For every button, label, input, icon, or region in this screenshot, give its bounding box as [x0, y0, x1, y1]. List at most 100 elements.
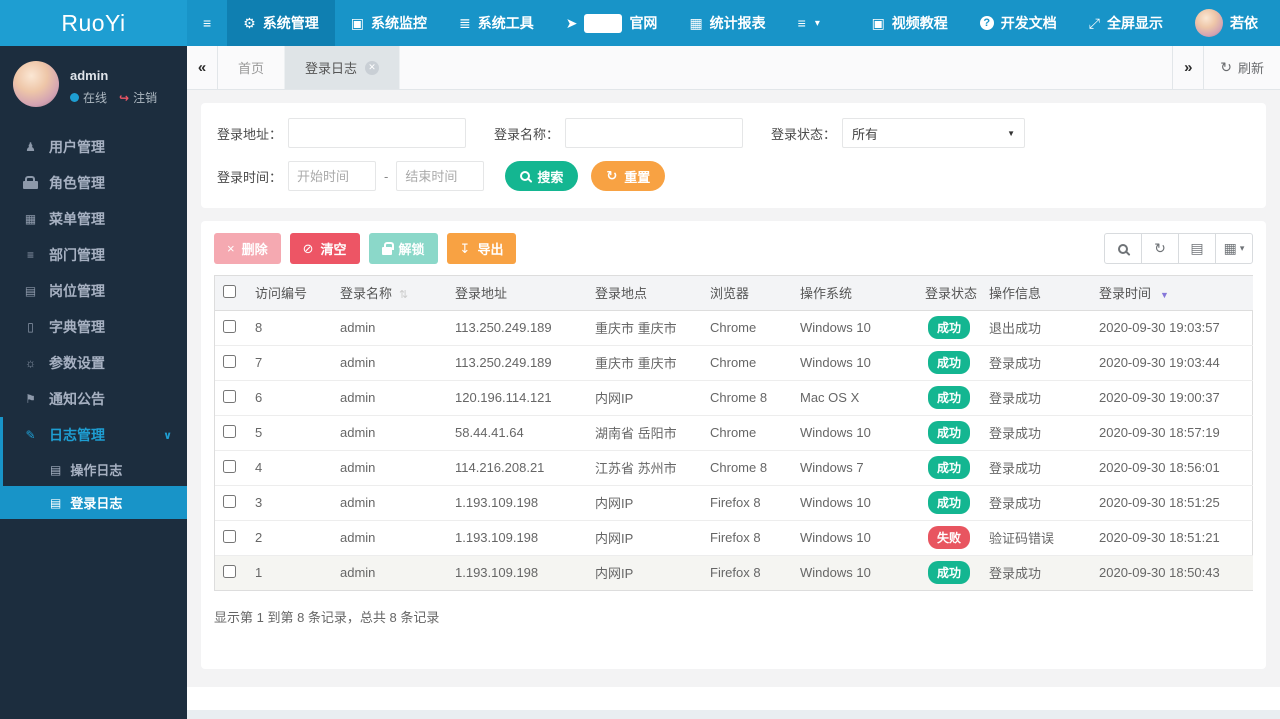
row-checkbox[interactable] [223, 460, 236, 473]
row-checkbox[interactable] [223, 425, 236, 438]
user-avatar[interactable] [13, 61, 59, 107]
table-row[interactable]: 4admin114.216.208.21江苏省 苏州市Chrome 8Windo… [215, 450, 1253, 485]
column-header-check [215, 276, 247, 310]
sidebar-item-menu-manage[interactable]: ▦菜单管理 [0, 201, 187, 237]
export-button[interactable]: ↧导出 [447, 233, 517, 264]
table-row[interactable]: 7admin113.250.249.189重庆市 重庆市ChromeWindow… [215, 345, 1253, 380]
end-time-input[interactable] [396, 161, 484, 191]
reset-button[interactable]: ↻ 重置 [591, 161, 665, 191]
clear-button[interactable]: ⊘清空 [290, 233, 360, 264]
sidebar-item-log-manage[interactable]: ✎日志管理∨ [3, 417, 187, 453]
nav-item-stats-report[interactable]: ▦统计报表 [673, 0, 781, 46]
login-address-input[interactable] [288, 118, 466, 148]
table-row[interactable]: 2admin1.193.109.198内网IPFirefox 8Windows … [215, 520, 1253, 555]
pagination-summary: 显示第 1 到第 8 条记录，总共 8 条记录 [214, 607, 1253, 626]
sort-desc-icon[interactable]: ▼ [1160, 290, 1169, 300]
tab-home[interactable]: 首页 [218, 46, 285, 89]
logout-icon[interactable]: ↪ [119, 91, 129, 105]
table-row[interactable]: 1admin1.193.109.198内网IPFirefox 8Windows … [215, 555, 1253, 590]
location-cell: 重庆市 重庆市 [587, 310, 702, 345]
nav-item-fullscreen[interactable]: ⤢全屏显示 [1073, 0, 1179, 46]
nav-item-layout-menu[interactable]: ≡▾ [782, 0, 836, 46]
nav-item-user-menu[interactable]: 若依 [1179, 0, 1274, 46]
video-camera-icon: ▣ [872, 15, 885, 32]
nav-item-dev-docs[interactable]: ?开发文档 [964, 0, 1073, 46]
status-cell: 成功 [917, 415, 981, 450]
row-checkbox[interactable] [223, 355, 236, 368]
nav-item-official-site[interactable]: ➤官网 [550, 0, 674, 46]
row-checkbox[interactable] [223, 530, 236, 543]
status-cell: 成功 [917, 485, 981, 520]
nav-item-system-monitor[interactable]: ▣系统监控 [335, 0, 443, 46]
tabs-scroll-right-icon[interactable]: » [1172, 46, 1203, 89]
tabs-scroll-left-icon[interactable]: « [187, 46, 218, 89]
sidebar-item-login-log[interactable]: ▤登录日志 [3, 486, 187, 519]
time-cell: 2020-09-30 18:56:01 [1091, 450, 1253, 485]
user-avatar [1195, 9, 1223, 37]
login-name-input[interactable] [565, 118, 743, 148]
refresh-table-button[interactable]: ↻ [1141, 233, 1179, 264]
search-button[interactable]: 搜索 [505, 161, 578, 191]
id-cell: 1 [247, 555, 332, 590]
sidebar-item-user-manage[interactable]: ♟用户管理 [0, 129, 187, 165]
column-header-id: 访问编号 [247, 276, 332, 310]
table-row[interactable]: 6admin120.196.114.121内网IPChrome 8Mac OS … [215, 380, 1253, 415]
check-cell [215, 380, 247, 415]
sidebar-user-panel: admin 在线 ↪ 注销 [0, 46, 187, 115]
bookmark-icon: ▯ [23, 320, 38, 334]
login-status-select[interactable]: 所有 ▼ [842, 118, 1025, 148]
browser-cell: Firefox 8 [702, 555, 792, 590]
id-card-icon: ▤ [23, 284, 38, 298]
sidebar-item-dept-manage[interactable]: ≡部门管理 [0, 237, 187, 273]
ip-cell: 1.193.109.198 [447, 555, 587, 590]
table-row[interactable]: 5admin58.44.41.64湖南省 岳阳市ChromeWindows 10… [215, 415, 1253, 450]
nav-item-video-tutorial[interactable]: ▣视频教程 [856, 0, 964, 46]
status-badge: 成功 [928, 386, 970, 409]
sidebar-item-label: 通知公告 [49, 389, 105, 409]
name-cell: admin [332, 520, 447, 555]
table-row[interactable]: 8admin113.250.249.189重庆市 重庆市ChromeWindow… [215, 310, 1253, 345]
sidebar-item-label: 用户管理 [49, 137, 105, 157]
row-checkbox[interactable] [223, 495, 236, 508]
table-row[interactable]: 3admin1.193.109.198内网IPFirefox 8Windows … [215, 485, 1253, 520]
show-search-button[interactable] [1104, 233, 1142, 264]
sidebar-menu: ♟用户管理角色管理▦菜单管理≡部门管理▤岗位管理 ▯ 字典管理 ☼参数设置⚑通知公告✎… [0, 129, 187, 519]
start-time-input[interactable] [288, 161, 376, 191]
sort-icon[interactable]: ⇅ [399, 289, 408, 301]
sidebar-item-label: 字典管理 [49, 317, 105, 337]
nav-item-sidebar-toggle[interactable]: ≡ [187, 0, 227, 46]
tabbar: « 首页登录日志✕ » ↻ 刷新 [187, 46, 1280, 90]
time-cell: 2020-09-30 19:03:44 [1091, 345, 1253, 380]
tab-login-log[interactable]: 登录日志✕ [285, 46, 400, 89]
toggle-view-button[interactable]: ▤ [1178, 233, 1216, 264]
row-checkbox[interactable] [223, 320, 236, 333]
sidebar-item-oper-log[interactable]: ▤操作日志 [3, 453, 187, 486]
sidebar-item-label: 部门管理 [49, 245, 105, 265]
close-icon[interactable]: ✕ [365, 61, 379, 75]
column-header-status: 登录状态 [917, 276, 981, 310]
sidebar-item-post-manage[interactable]: ▤岗位管理 [0, 273, 187, 309]
name-cell: admin [332, 345, 447, 380]
user-name: admin [70, 68, 157, 83]
sidebar-item-param-settings[interactable]: ☼参数设置 [0, 345, 187, 381]
search-icon [1118, 244, 1128, 254]
id-cell: 8 [247, 310, 332, 345]
row-checkbox[interactable] [223, 565, 236, 578]
unlock-button[interactable]: 解锁 [369, 233, 438, 264]
status-cell: 成功 [917, 310, 981, 345]
tab-refresh-button[interactable]: ↻ 刷新 [1203, 46, 1280, 89]
delete-button[interactable]: ×删除 [214, 233, 281, 264]
time-cell: 2020-09-30 19:03:57 [1091, 310, 1253, 345]
column-label: 操作系统 [800, 286, 852, 301]
location-cell: 内网IP [587, 485, 702, 520]
nav-item-system-tools[interactable]: ≣系统工具 [443, 0, 550, 46]
row-checkbox[interactable] [223, 390, 236, 403]
sidebar-item-dict-manage[interactable]: ▯ 字典管理 [0, 309, 187, 345]
nav-item-system-manage[interactable]: ⚙系统管理 [227, 0, 335, 46]
select-all-checkbox[interactable] [223, 285, 236, 298]
login-time-label: 登录时间： [217, 167, 282, 186]
sidebar-item-role-manage[interactable]: 角色管理 [0, 165, 187, 201]
columns-button[interactable]: ▦▾ [1215, 233, 1253, 264]
logout-link[interactable]: 注销 [133, 89, 157, 106]
sidebar-item-notice-manage[interactable]: ⚑通知公告 [0, 381, 187, 417]
